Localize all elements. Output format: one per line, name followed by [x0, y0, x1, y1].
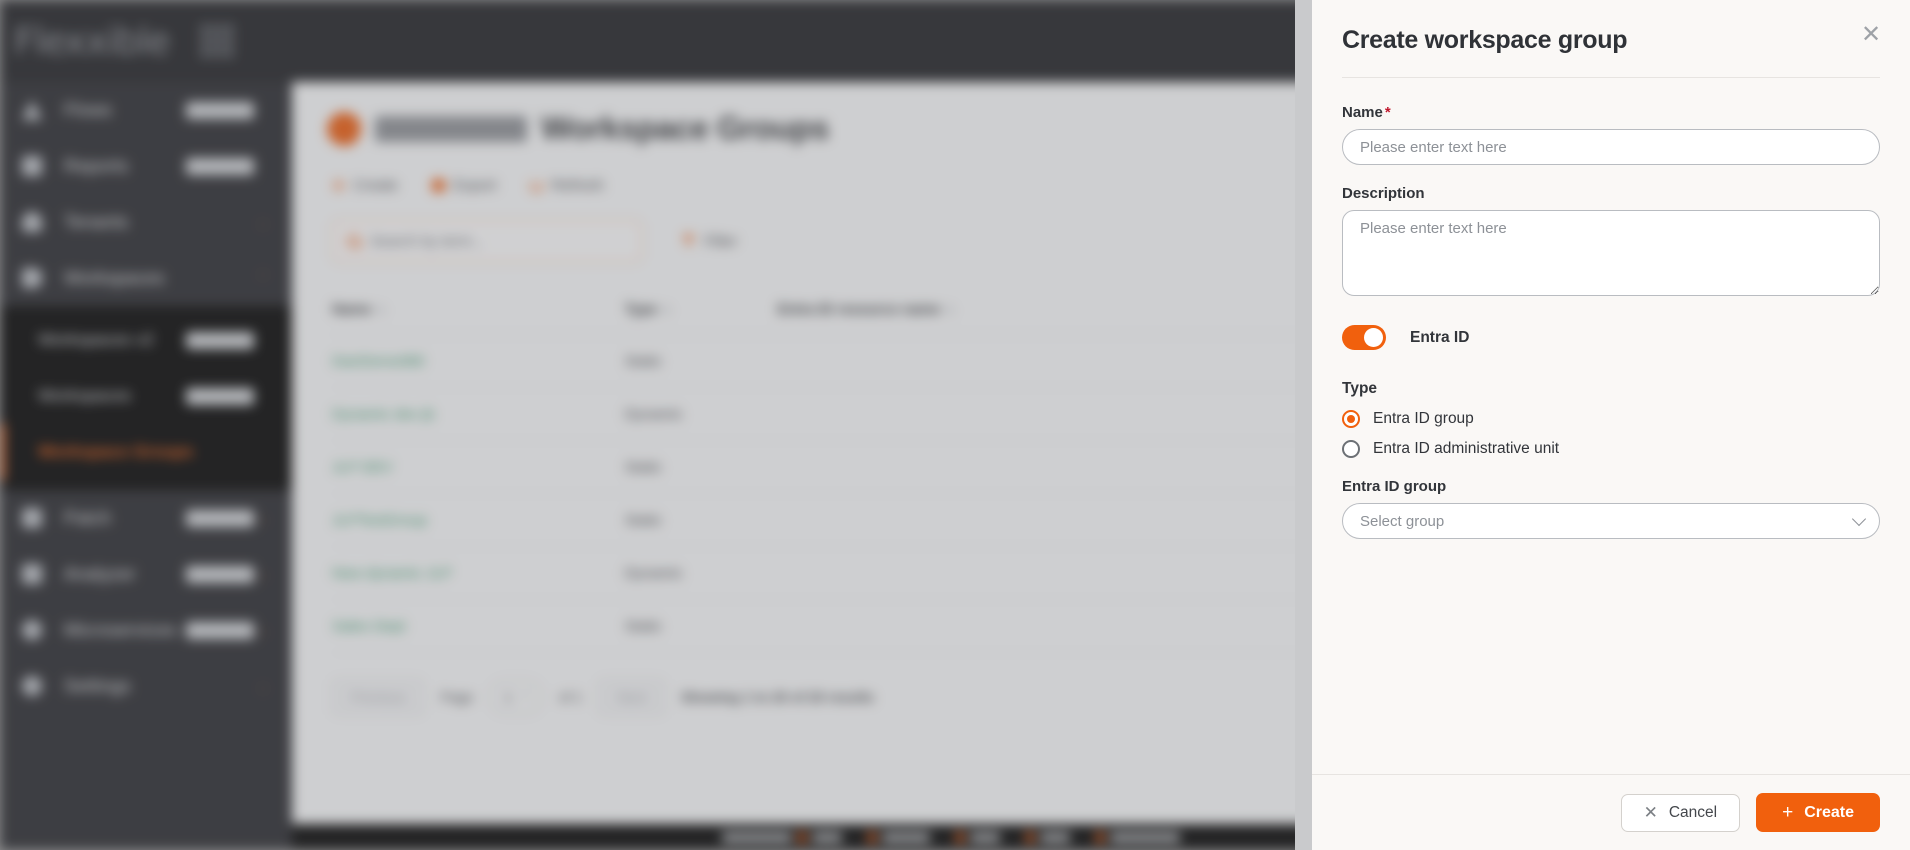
radio-entra-id-administrative-unit[interactable]: Entra ID administrative unit	[1342, 440, 1880, 458]
description-label: Description	[1342, 185, 1425, 202]
close-icon[interactable]: ✕	[1858, 22, 1884, 48]
type-label: Type	[1342, 380, 1378, 397]
panel-scrollbar[interactable]	[1295, 0, 1312, 850]
create-button[interactable]: + Create	[1756, 793, 1880, 832]
cancel-button-label: Cancel	[1668, 803, 1718, 821]
close-icon: ✕	[1643, 803, 1658, 822]
create-workspace-group-panel: Create workspace group ✕ Name* Descripti…	[1312, 0, 1910, 850]
entra-group-label: Entra ID group	[1342, 478, 1447, 495]
entra-id-toggle[interactable]	[1342, 325, 1386, 350]
required-asterisk: *	[1384, 104, 1391, 121]
plus-icon: +	[1782, 802, 1794, 823]
entra-group-select[interactable]: Select group	[1342, 503, 1880, 539]
panel-body: Name* Description Entra ID Type Entra ID…	[1312, 78, 1910, 774]
description-textarea[interactable]	[1342, 210, 1880, 296]
create-button-label: Create	[1804, 803, 1854, 821]
cancel-button[interactable]: ✕ Cancel	[1620, 793, 1741, 832]
name-input[interactable]	[1342, 129, 1880, 165]
toggle-knob	[1364, 328, 1383, 347]
name-label: Name *	[1342, 104, 1391, 121]
type-radio-group: Type Entra ID group Entra ID administrat…	[1342, 380, 1880, 458]
entra-id-toggle-row: Entra ID	[1342, 325, 1880, 350]
radio-entra-id-group[interactable]: Entra ID group	[1342, 410, 1880, 428]
panel-header: Create workspace group ✕	[1312, 0, 1910, 55]
panel-footer: ✕ Cancel + Create	[1312, 774, 1910, 850]
entra-group-field: Entra ID group Select group	[1342, 478, 1880, 539]
entra-id-toggle-label: Entra ID	[1410, 328, 1470, 346]
radio-unselected-icon	[1342, 440, 1360, 458]
radio-selected-icon	[1342, 410, 1360, 428]
description-field-group: Description	[1342, 185, 1880, 301]
panel-title: Create workspace group	[1342, 26, 1628, 54]
name-field-group: Name *	[1342, 104, 1880, 165]
radio-label: Entra ID group	[1373, 410, 1474, 427]
radio-label: Entra ID administrative unit	[1373, 440, 1560, 457]
